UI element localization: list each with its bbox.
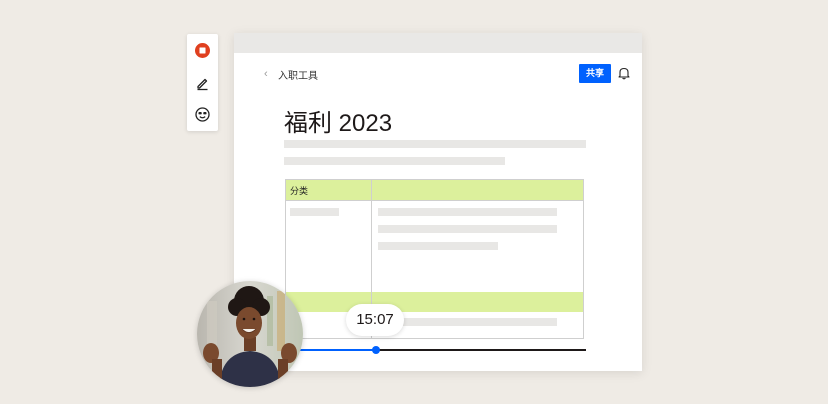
table-header-label: 分类: [290, 186, 309, 196]
benefits-table: 分类: [285, 179, 584, 339]
presenter-illustration: [197, 281, 303, 387]
share-button[interactable]: 共享: [579, 64, 611, 83]
presenter-video: [197, 281, 303, 387]
recording-toolbar: [187, 34, 218, 131]
text-placeholder: [284, 140, 586, 148]
video-timestamp: 15:07: [346, 304, 404, 336]
video-progress-played: [298, 349, 376, 351]
pencil-icon[interactable]: [194, 74, 211, 91]
stop-record-icon[interactable]: [194, 42, 211, 59]
page-title: 福利 2023: [284, 110, 393, 137]
bell-icon[interactable]: [617, 66, 631, 80]
cell-placeholder: [378, 242, 498, 250]
table-header: 分类: [286, 180, 583, 201]
cell-placeholder: [378, 318, 557, 326]
cell-placeholder: [378, 225, 557, 233]
text-placeholder: [284, 157, 505, 165]
video-scrubber-handle[interactable]: [371, 346, 380, 354]
cell-placeholder: [290, 208, 339, 216]
back-chevron-icon[interactable]: ‹: [264, 69, 268, 80]
video-progress-track[interactable]: [298, 346, 586, 354]
face-icon[interactable]: [194, 106, 211, 123]
cell-placeholder: [378, 208, 557, 216]
breadcrumb[interactable]: 入职工具: [278, 67, 318, 82]
table-row-highlight: [286, 292, 583, 312]
window-title-bar: [234, 33, 642, 53]
